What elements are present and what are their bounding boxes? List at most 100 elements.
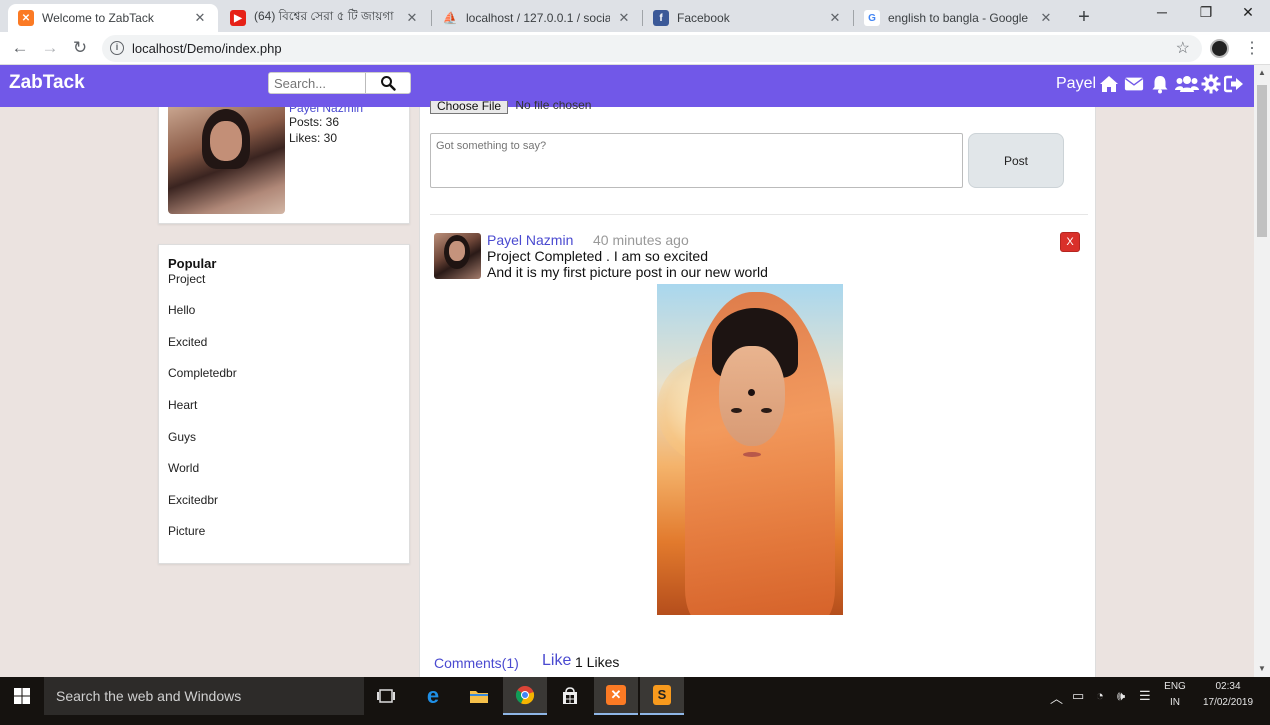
xampp-taskbar-icon[interactable]: ✕ (594, 677, 638, 715)
like-button[interactable]: Like (542, 652, 571, 670)
restore-icon[interactable]: ❐ (1196, 4, 1216, 21)
search-input[interactable] (269, 73, 365, 93)
like-count: 1 Likes (575, 654, 620, 670)
wifi-icon[interactable]: ◔ (1096, 688, 1104, 703)
bookmark-star-icon[interactable]: ☆ (1176, 38, 1190, 58)
brand-logo[interactable]: ZabTack (9, 72, 85, 94)
new-tab-button[interactable]: + (1074, 6, 1094, 29)
search-box (268, 72, 411, 94)
nav-username[interactable]: Payel (1056, 75, 1096, 93)
windows-taskbar: Search the web and Windows e ✕ S ︿ ▭ ◔ 🕪… (0, 677, 1270, 725)
file-upload-row: Choose File No file chosen (430, 101, 591, 115)
youtube-icon: ▶ (230, 10, 246, 26)
scrollbar-thumb[interactable] (1257, 85, 1267, 237)
minimize-icon[interactable]: ─ (1152, 4, 1172, 20)
tab-zabtack[interactable]: ✕ Welcome to ZabTack ✕ (8, 4, 218, 32)
comments-link[interactable]: Comments(1) (434, 655, 519, 671)
post-author-name[interactable]: Payel Nazmin (487, 232, 573, 248)
edge-icon[interactable]: e (411, 677, 455, 715)
address-url[interactable]: localhost/Demo/index.php (132, 41, 282, 56)
home-icon[interactable] (1099, 74, 1119, 94)
tab-facebook[interactable]: f Facebook ✕ (643, 4, 853, 32)
battery-icon[interactable]: ▭ (1072, 688, 1084, 704)
trend-item[interactable]: Project (168, 272, 205, 286)
scroll-down-icon[interactable]: ▼ (1254, 661, 1270, 677)
close-tab-icon[interactable]: ✕ (827, 10, 843, 26)
tab-phpmyadmin[interactable]: ⛵ localhost / 127.0.0.1 / social / u ✕ (432, 4, 642, 32)
close-tab-icon[interactable]: ✕ (1038, 10, 1054, 26)
trend-item[interactable]: Excited (168, 335, 207, 349)
choose-file-button[interactable]: Choose File (430, 101, 509, 114)
post-timestamp: 40 minutes ago (593, 232, 689, 248)
google-icon: G (864, 10, 880, 26)
site-navbar: ZabTack Payel (0, 65, 1254, 107)
language-code[interactable]: ENG (1160, 681, 1190, 692)
trend-item[interactable]: Hello (168, 303, 195, 317)
reload-icon[interactable]: ↻ (70, 38, 90, 58)
trend-item[interactable]: Picture (168, 524, 205, 538)
facebook-icon: f (653, 10, 669, 26)
profile-card: Payel Nazmin Posts: 36 Likes: 30 (158, 107, 410, 224)
close-tab-icon[interactable]: ✕ (616, 10, 632, 26)
address-bar[interactable]: i localhost/Demo/index.php ☆ (102, 35, 1202, 62)
envelope-icon[interactable] (1124, 74, 1144, 94)
sublime-text-icon[interactable]: S (640, 677, 684, 715)
chrome-icon[interactable] (503, 677, 547, 715)
taskbar-search-placeholder: Search the web and Windows (56, 688, 242, 704)
bell-icon[interactable] (1150, 74, 1170, 94)
tab-title: Facebook (677, 11, 730, 25)
taskbar-search[interactable]: Search the web and Windows (44, 677, 364, 715)
tray-chevron-up-icon[interactable]: ︿ (1050, 688, 1063, 707)
post-body-line: And it is my first picture post in our n… (487, 264, 768, 280)
search-button[interactable] (365, 73, 410, 93)
volume-icon[interactable]: 🕪 (1117, 688, 1125, 704)
clock-time[interactable]: 02:34 (1198, 681, 1258, 692)
post-body-line: Project Completed . I am so excited (487, 248, 708, 264)
profile-photo[interactable] (168, 107, 285, 214)
clock-date[interactable]: 17/02/2019 (1198, 697, 1258, 708)
trend-item[interactable]: Excitedbr (168, 493, 218, 507)
popular-title: Popular (168, 256, 217, 271)
tab-title: Welcome to ZabTack (42, 11, 154, 25)
trend-item[interactable]: Heart (168, 398, 197, 412)
profile-posts-count: Posts: 36 (289, 115, 340, 129)
users-icon[interactable] (1175, 74, 1199, 94)
browser-toolbar: ← → ↻ i localhost/Demo/index.php ☆ ⋮ (0, 32, 1270, 65)
close-window-icon[interactable]: ✕ (1238, 4, 1258, 21)
file-explorer-icon[interactable] (457, 677, 501, 715)
trend-item[interactable]: Completedbr (168, 366, 237, 380)
windows-start-icon[interactable] (0, 677, 44, 715)
post-image[interactable] (657, 284, 843, 615)
language-region[interactable]: IN (1160, 697, 1190, 708)
main-feed: Choose File No file chosen Post Payel Na… (419, 101, 1096, 677)
post-author-avatar[interactable] (434, 233, 481, 279)
tab-title: (64) বিশ্বের সেরা ৫ টি জায়গা যে (254, 9, 398, 23)
scroll-up-icon[interactable]: ▲ (1254, 65, 1270, 81)
task-view-icon[interactable] (364, 677, 408, 715)
close-tab-icon[interactable]: ✕ (404, 10, 420, 26)
menu-kebab-icon[interactable]: ⋮ (1244, 38, 1260, 58)
trend-item[interactable]: Guys (168, 430, 196, 444)
close-tab-icon[interactable]: ✕ (192, 10, 208, 26)
trend-item[interactable]: World (168, 461, 199, 475)
page-scrollbar[interactable]: ▲ ▼ (1254, 65, 1270, 677)
notifications-icon[interactable]: ☰ (1139, 688, 1151, 704)
divider (430, 214, 1088, 215)
profile-likes-count: Likes: 30 (289, 131, 338, 145)
post-button[interactable]: Post (968, 133, 1064, 188)
info-icon[interactable]: i (110, 41, 124, 55)
popular-trends-card: Popular Project Hello Excited Completedb… (158, 244, 410, 564)
forward-icon[interactable]: → (40, 38, 60, 58)
delete-post-button[interactable]: X (1060, 232, 1080, 252)
file-status-text: No file chosen (515, 101, 592, 112)
tab-google[interactable]: G english to bangla - Google Sea ✕ (854, 4, 1064, 32)
sign-out-icon[interactable] (1224, 74, 1244, 94)
post-composer-textarea[interactable] (430, 133, 963, 188)
back-icon[interactable]: ← (10, 38, 30, 58)
gear-icon[interactable] (1201, 74, 1221, 94)
browser-tab-strip: ✕ Welcome to ZabTack ✕ ▶ (64) বিশ্বের সে… (0, 0, 1270, 32)
tab-youtube[interactable]: ▶ (64) বিশ্বের সেরা ৫ টি জায়গা যে ✕ (220, 4, 430, 32)
tab-title: localhost / 127.0.0.1 / social / u (466, 11, 610, 25)
profile-avatar[interactable] (1210, 39, 1229, 58)
store-icon[interactable] (548, 677, 592, 715)
